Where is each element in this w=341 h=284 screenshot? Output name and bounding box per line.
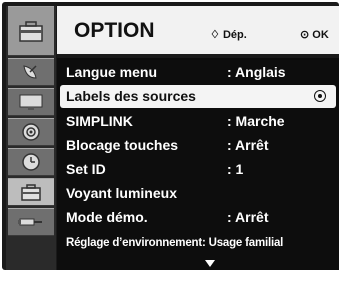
clock-icon xyxy=(22,153,40,171)
sidebar-item-audio[interactable] xyxy=(8,118,54,146)
menu-item-value: : Arrêt xyxy=(227,209,269,225)
dpad-icon: ♢ xyxy=(210,29,220,41)
menu-item-value: : 1 xyxy=(227,161,244,177)
sidebar-item-option[interactable] xyxy=(8,178,54,206)
menu-item-label: Mode démo. xyxy=(66,209,148,225)
sidebar-item-time[interactable] xyxy=(8,148,54,176)
select-radio-icon xyxy=(314,90,326,102)
page-title: OPTION xyxy=(74,19,155,42)
menu-item-value: : Arrêt xyxy=(227,137,269,153)
menu-item-label: Réglage d’environnement: Usage familial xyxy=(66,237,284,249)
ok-button-icon: ⊙ xyxy=(300,29,310,41)
sidebar-item-channels[interactable] xyxy=(8,58,54,86)
scroll-down-arrow-icon[interactable] xyxy=(205,260,215,267)
menu-item-voyant-lumineux[interactable]: Voyant lumineux xyxy=(57,182,339,205)
input-plug-icon xyxy=(18,218,42,226)
sidebar-item-option-header[interactable] xyxy=(8,6,54,56)
menu-header: OPTION ♢ Dép. ⊙ OK xyxy=(57,6,339,56)
ok-hint: ⊙ OK xyxy=(300,28,329,41)
menu-item-value: : Anglais xyxy=(227,64,286,80)
option-toolbox-icon xyxy=(19,21,43,42)
satellite-dish-icon xyxy=(23,65,37,79)
ok-hint-label: OK xyxy=(312,29,329,41)
menu-item-simplink[interactable]: SIMPLINK : Marche xyxy=(57,110,339,133)
menu-item-set-id[interactable]: Set ID : 1 xyxy=(57,158,339,181)
monitor-icon xyxy=(19,94,43,110)
menu-item-langue-menu[interactable]: Langue menu : Anglais xyxy=(57,61,339,84)
sidebar-item-picture[interactable] xyxy=(8,88,54,116)
menu-item-value: : Marche xyxy=(227,113,285,129)
menu-item-label: SIMPLINK xyxy=(66,113,133,129)
option-toolbox-icon xyxy=(21,184,41,201)
speaker-icon xyxy=(22,123,40,141)
sidebar-item-input[interactable] xyxy=(8,208,54,236)
menu-item-blocage-touches[interactable]: Blocage touches : Arrêt xyxy=(57,134,339,157)
osd-menu-frame: OPTION ♢ Dép. ⊙ OK Langue menu : Anglais… xyxy=(2,2,339,270)
navigation-hint: ♢ Dép. xyxy=(210,28,247,41)
menu-item-labels-des-sources[interactable]: Labels des sources xyxy=(60,85,336,108)
menu-item-reglage-environnement[interactable]: Réglage d’environnement: Usage familial xyxy=(57,232,339,255)
menu-category-sidebar xyxy=(6,6,56,270)
navigation-hint-label: Dép. xyxy=(222,29,247,41)
menu-item-label: Voyant lumineux xyxy=(66,185,177,201)
menu-item-label: Langue menu xyxy=(66,64,158,80)
option-menu-list: Langue menu : Anglais Labels des sources… xyxy=(57,58,339,270)
menu-item-label: Blocage touches xyxy=(66,137,179,153)
menu-item-label: Set ID xyxy=(66,161,106,177)
menu-item-label: Labels des sources xyxy=(66,88,196,104)
menu-item-mode-demo[interactable]: Mode démo. : Arrêt xyxy=(57,206,339,229)
